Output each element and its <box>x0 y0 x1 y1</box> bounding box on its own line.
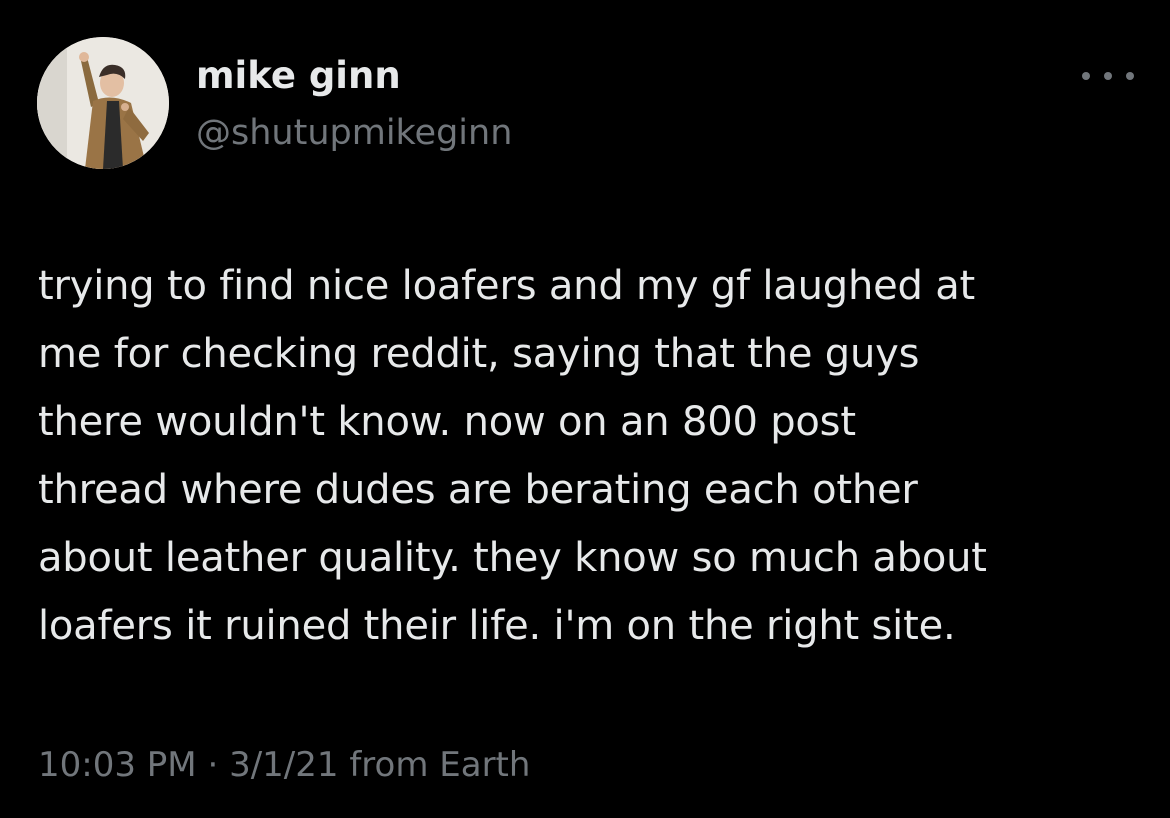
more-options-icon <box>1082 72 1090 80</box>
tweet-source: from Earth <box>338 745 531 785</box>
more-options-icon <box>1104 72 1112 80</box>
tweet-metadata: 10:03 PM · 3/1/21 from Earth <box>38 742 530 788</box>
tweet-card: mike ginn @shutupmikeginn trying to find… <box>0 0 1170 818</box>
display-name[interactable]: mike ginn <box>196 52 401 100</box>
tweet-time[interactable]: 10:03 PM <box>38 745 197 785</box>
meta-separator: · <box>196 745 230 785</box>
tweet-date[interactable]: 3/1/21 <box>229 745 338 785</box>
user-handle[interactable]: @shutupmikeginn <box>196 110 512 156</box>
profile-photo-icon <box>37 37 169 169</box>
more-options-button[interactable] <box>1082 60 1134 92</box>
avatar[interactable] <box>37 37 169 169</box>
tweet-text: trying to find nice loafers and my gf la… <box>38 263 987 649</box>
more-options-icon <box>1126 72 1134 80</box>
